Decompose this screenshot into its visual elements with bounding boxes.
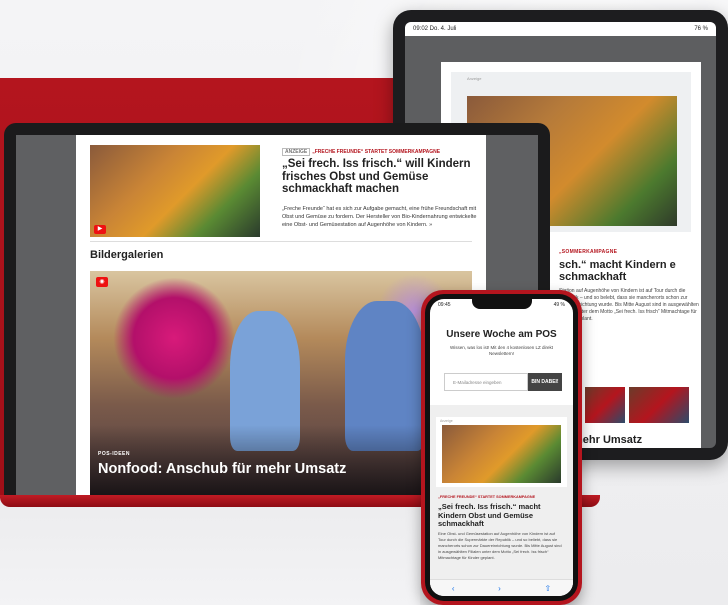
phone-screen: 09:45 49 % Unsere Woche am POS Wissen, w… (430, 299, 573, 596)
gallery-kicker: POS-IDEEN (98, 451, 131, 457)
laptop-kicker-text: „FRECHE FREUNDE“ STARTET SOMMERKAMPAGNE (312, 149, 441, 155)
back-icon[interactable]: ‹ (452, 584, 455, 593)
gallery-icon: ◉ (96, 277, 108, 287)
tablet-article-kicker: „SOMMERKAMPAGNE (559, 249, 618, 255)
browser-toolbar: ‹ › ⇧ (430, 579, 573, 596)
backdrop-lower (0, 498, 420, 605)
phone-bezel: 09:45 49 % Unsere Woche am POS Wissen, w… (425, 294, 578, 601)
gallery-card[interactable]: ◉ POS-IDEEN Nonfood: Anschub für mehr Um… (90, 271, 472, 495)
newsletter-title: Unsere Woche am POS (446, 329, 557, 340)
forward-icon[interactable]: › (498, 584, 501, 593)
tablet-status-time: 09:02 Do. 4. Juli (413, 26, 457, 32)
laptop-article-kicker: ANZEIGE „FRECHE FREUNDE“ STARTET SOMMERKA… (282, 148, 441, 156)
phone-article-image[interactable] (442, 425, 561, 483)
play-icon[interactable]: ▶ (94, 225, 106, 234)
tablet-article-headline[interactable]: sch.“ macht Kindern e schmackhaft (559, 259, 699, 283)
laptop-article-image[interactable]: ▶ (90, 145, 260, 237)
phone-status-time: 09:45 (438, 302, 451, 308)
gallery-title[interactable]: Nonfood: Anschub für mehr Umsatz (98, 461, 346, 477)
phone-device: 09:45 49 % Unsere Woche am POS Wissen, w… (421, 290, 582, 605)
tablet-status-bar: 09:02 Do. 4. Juli 76 % (405, 22, 716, 36)
tablet-ad-label: Anzeige (467, 76, 482, 81)
share-icon[interactable]: ⇧ (544, 584, 551, 593)
laptop-article-body: „Freche Freunde“ hat es sich zur Aufgabe… (282, 206, 477, 228)
section-title: Bildergalerien (90, 249, 164, 261)
newsletter-subtitle: Wissen, was los ist! Mit den 4 kostenlos… (449, 345, 554, 356)
ad-tag: ANZEIGE (282, 148, 311, 156)
phone-notch (472, 299, 532, 309)
email-input[interactable]: E-Mailadresse eingeben (444, 373, 528, 391)
gallery-overlay (90, 425, 472, 495)
phone-ad-label: Anzeige (440, 419, 453, 423)
tablet-gallery-headline[interactable]: mehr Umsatz (573, 434, 642, 446)
laptop-article-headline[interactable]: „Sei frech. Iss frisch.“ will Kindern fr… (282, 158, 472, 196)
tablet-status-battery: 76 % (694, 26, 708, 32)
tablet-gallery-thumb[interactable] (629, 387, 689, 423)
phone-article-kicker: „FRECHE FREUNDE“ STARTET SOMMERKAMPAGNE (438, 495, 536, 499)
phone-status-battery: 49 % (553, 302, 565, 308)
phone-article-body: Eine Obst- und Gemüsestation auf Augenhö… (438, 531, 562, 560)
divider (90, 241, 472, 242)
tablet-gallery-thumb[interactable] (585, 387, 625, 423)
phone-article-headline[interactable]: „Sei frech. Iss frisch.“ macht Kindern O… (438, 502, 563, 529)
subscribe-button[interactable]: BIN DABEI! (528, 373, 562, 391)
